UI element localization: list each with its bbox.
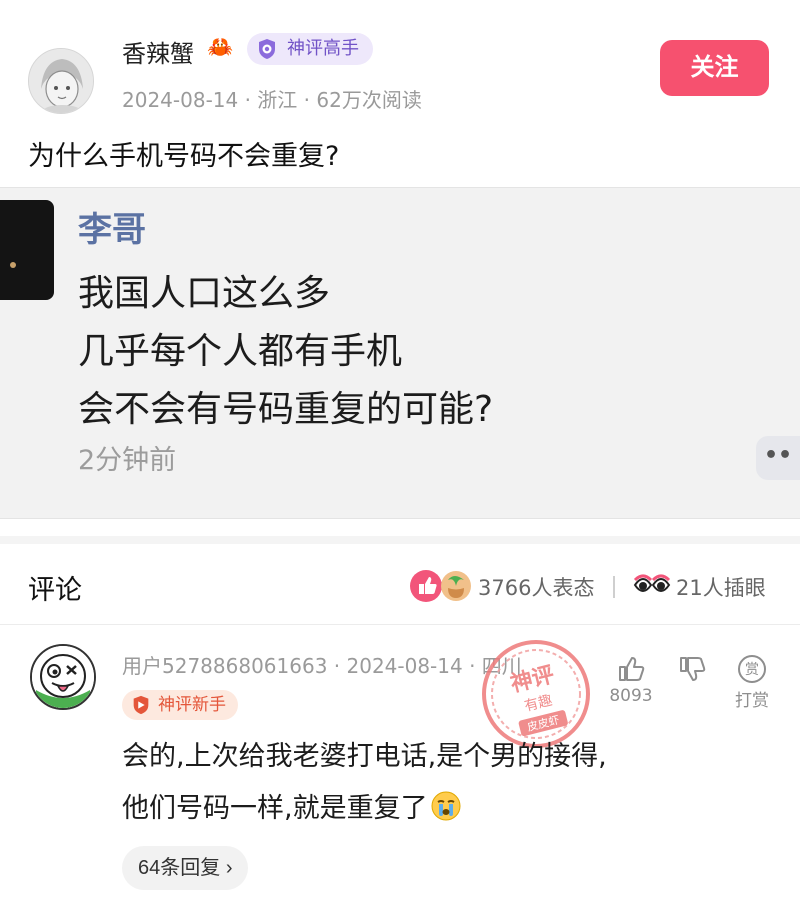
author-avatar[interactable] xyxy=(28,48,94,114)
header-separator xyxy=(0,624,800,625)
quote-sender-avatar xyxy=(0,200,54,300)
novice-badge-label: 神评新手 xyxy=(158,695,226,715)
eyes-icon[interactable] xyxy=(632,571,672,601)
commenter-meta[interactable]: 用户5278868061663 · 2024-08-14 · 四川 xyxy=(122,650,522,679)
header-divider xyxy=(613,576,615,598)
reaction-count[interactable]: 3766人表态 xyxy=(478,572,594,602)
crab-emoji: 🦀 xyxy=(207,35,234,59)
view-replies-button[interactable]: 64条回复 › xyxy=(122,846,249,890)
replies-count: 64条回复 xyxy=(138,857,221,879)
post-title: 为什么手机号码不会重复? xyxy=(28,141,340,172)
quoted-chat-image[interactable]: 李哥 我国人口这么多 几乎每个人都有手机 会不会有号码重复的可能? 2分钟前 •… xyxy=(0,187,800,519)
dislike-button[interactable] xyxy=(674,654,710,686)
ellipsis-icon: •• xyxy=(756,436,800,480)
novice-commenter-badge[interactable]: 神评新手 xyxy=(122,690,238,720)
quote-message-line: 几乎每个人都有手机 xyxy=(78,331,403,372)
silly-face-avatar xyxy=(32,646,94,708)
stamp-text: 有趣 xyxy=(523,693,554,715)
crying-face-emoji xyxy=(431,791,461,821)
expert-commenter-badge[interactable]: 神评高手 xyxy=(247,33,373,65)
expert-badge-label: 神评高手 xyxy=(287,38,359,59)
tip-icon: 赏 xyxy=(738,655,766,683)
comment-text-line-2: 他们号码一样,就是重复了 xyxy=(122,786,462,825)
section-divider xyxy=(0,536,800,544)
thumbs-down-icon xyxy=(680,657,706,681)
comment-text-line: 他们号码一样,就是重复了 xyxy=(122,793,428,824)
tip-button[interactable]: 赏 打赏 xyxy=(728,654,776,711)
commenter-avatar[interactable] xyxy=(30,644,96,710)
eyes-count[interactable]: 21人插眼 xyxy=(676,572,766,602)
like-count: 8093 xyxy=(609,686,653,706)
like-button[interactable]: 8093 xyxy=(604,654,658,706)
tip-label: 打赏 xyxy=(735,691,769,711)
avatar-illustration xyxy=(29,49,93,113)
post-meta: 2024-08-14 · 浙江 · 62万次阅读 xyxy=(122,88,422,112)
chevron-right-icon: › xyxy=(225,857,233,879)
reaction-emoji-icons[interactable] xyxy=(408,568,474,604)
shield-badge-icon xyxy=(133,695,149,715)
quote-timestamp: 2分钟前 xyxy=(78,445,177,476)
quote-sender-name: 李哥 xyxy=(78,210,146,250)
comment-text-line: 会的,上次给我老婆打电话,是个男的接得, xyxy=(122,741,607,772)
shield-badge-icon xyxy=(259,39,275,59)
comments-section-title: 评论 xyxy=(28,575,82,606)
quote-message-line: 会不会有号码重复的可能? xyxy=(78,389,494,430)
quote-message-line: 我国人口这么多 xyxy=(78,273,331,314)
follow-button[interactable]: 关注 xyxy=(660,40,769,96)
author-name[interactable]: 香辣蟹 xyxy=(122,34,194,69)
tip-glyph: 赏 xyxy=(745,662,759,678)
thumbs-up-icon xyxy=(619,657,645,681)
